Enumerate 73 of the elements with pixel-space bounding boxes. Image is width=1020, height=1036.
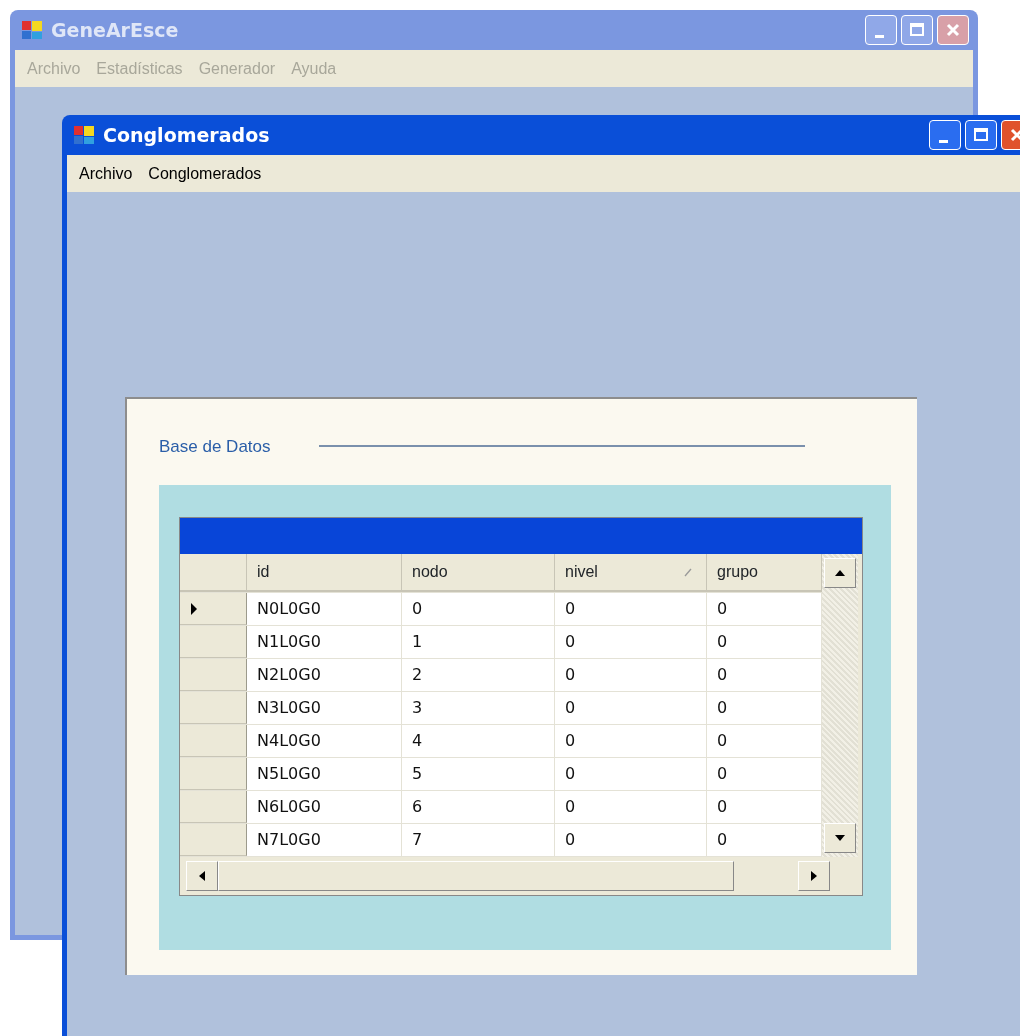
right-arrow-icon xyxy=(811,871,817,881)
table-cell: N6L0G0 xyxy=(247,791,402,823)
table-cell: 5 xyxy=(402,758,555,790)
table-cell: N1L0G0 xyxy=(247,626,402,658)
scroll-right-button[interactable] xyxy=(798,861,830,891)
table-cell: 6 xyxy=(402,791,555,823)
column-header[interactable]: nodo xyxy=(402,554,555,592)
table-cell: N7L0G0 xyxy=(247,824,402,856)
close-button[interactable] xyxy=(937,15,969,45)
window-title: GeneArEsce xyxy=(51,17,179,43)
minimize-icon xyxy=(874,34,884,38)
table-cell: 0 xyxy=(555,692,707,724)
database-label: Base de Datos xyxy=(159,435,271,458)
column-header[interactable]: id xyxy=(247,554,402,592)
menu-item[interactable]: Conglomerados xyxy=(142,159,268,188)
up-arrow-icon xyxy=(835,570,845,576)
minimize-button[interactable] xyxy=(865,15,897,45)
row-header[interactable] xyxy=(180,791,247,823)
table-cell: 0 xyxy=(707,725,822,757)
app-icon xyxy=(73,125,95,145)
table-cell: N4L0G0 xyxy=(247,725,402,757)
table-cell: 0 xyxy=(555,791,707,823)
table-cell: 0 xyxy=(707,593,822,625)
row-header[interactable] xyxy=(180,824,247,856)
table-cell: 0 xyxy=(707,791,822,823)
table-cell: 1 xyxy=(402,626,555,658)
scroll-left-button[interactable] xyxy=(186,861,218,891)
vertical-scrollbar[interactable] xyxy=(822,554,858,857)
table-cell: 0 xyxy=(555,593,707,625)
minimize-button[interactable] xyxy=(929,120,961,150)
row-header[interactable] xyxy=(180,659,247,691)
table-cell: 4 xyxy=(402,725,555,757)
scroll-up-button[interactable] xyxy=(824,558,856,588)
table-cell: 0 xyxy=(555,626,707,658)
table-cell: 0 xyxy=(555,758,707,790)
table-cell: 0 xyxy=(402,593,555,625)
table-cell: 0 xyxy=(555,659,707,691)
current-row-icon xyxy=(190,601,198,616)
table-cell: N5L0G0 xyxy=(247,758,402,790)
table-cell: N2L0G0 xyxy=(247,659,402,691)
table-cell: 0 xyxy=(707,758,822,790)
maximize-icon xyxy=(973,127,989,143)
table-cell: 7 xyxy=(402,824,555,856)
left-arrow-icon xyxy=(199,871,205,881)
table-cell: 0 xyxy=(555,824,707,856)
scroll-down-button[interactable] xyxy=(824,823,856,853)
column-header[interactable]: grupo xyxy=(707,554,822,592)
table-cell: 0 xyxy=(707,692,822,724)
row-header[interactable] xyxy=(180,626,247,658)
row-header[interactable] xyxy=(180,692,247,724)
down-arrow-icon xyxy=(835,835,845,841)
table-cell: 2 xyxy=(402,659,555,691)
table-cell: 0 xyxy=(707,659,822,691)
window-title: Conglomerados xyxy=(103,122,270,148)
row-header[interactable] xyxy=(180,758,247,790)
menu-item[interactable]: Archivo xyxy=(73,159,139,188)
column-header[interactable]: nivel xyxy=(555,554,707,592)
maximize-button[interactable] xyxy=(901,15,933,45)
sort-icon xyxy=(684,567,692,577)
table-cell: 0 xyxy=(707,824,822,856)
row-header[interactable] xyxy=(180,725,247,757)
close-icon xyxy=(945,22,961,38)
scroll-thumb[interactable] xyxy=(218,861,734,891)
table-cell: N0L0G0 xyxy=(247,593,402,625)
row-header[interactable] xyxy=(180,593,247,625)
minimize-icon xyxy=(938,139,948,143)
table-cell: N3L0G0 xyxy=(247,692,402,724)
table-cell: 0 xyxy=(707,626,822,658)
maximize-icon xyxy=(909,22,925,38)
table-cell: 0 xyxy=(555,725,707,757)
maximize-button[interactable] xyxy=(965,120,997,150)
table-cell: 3 xyxy=(402,692,555,724)
app-icon xyxy=(21,20,43,40)
